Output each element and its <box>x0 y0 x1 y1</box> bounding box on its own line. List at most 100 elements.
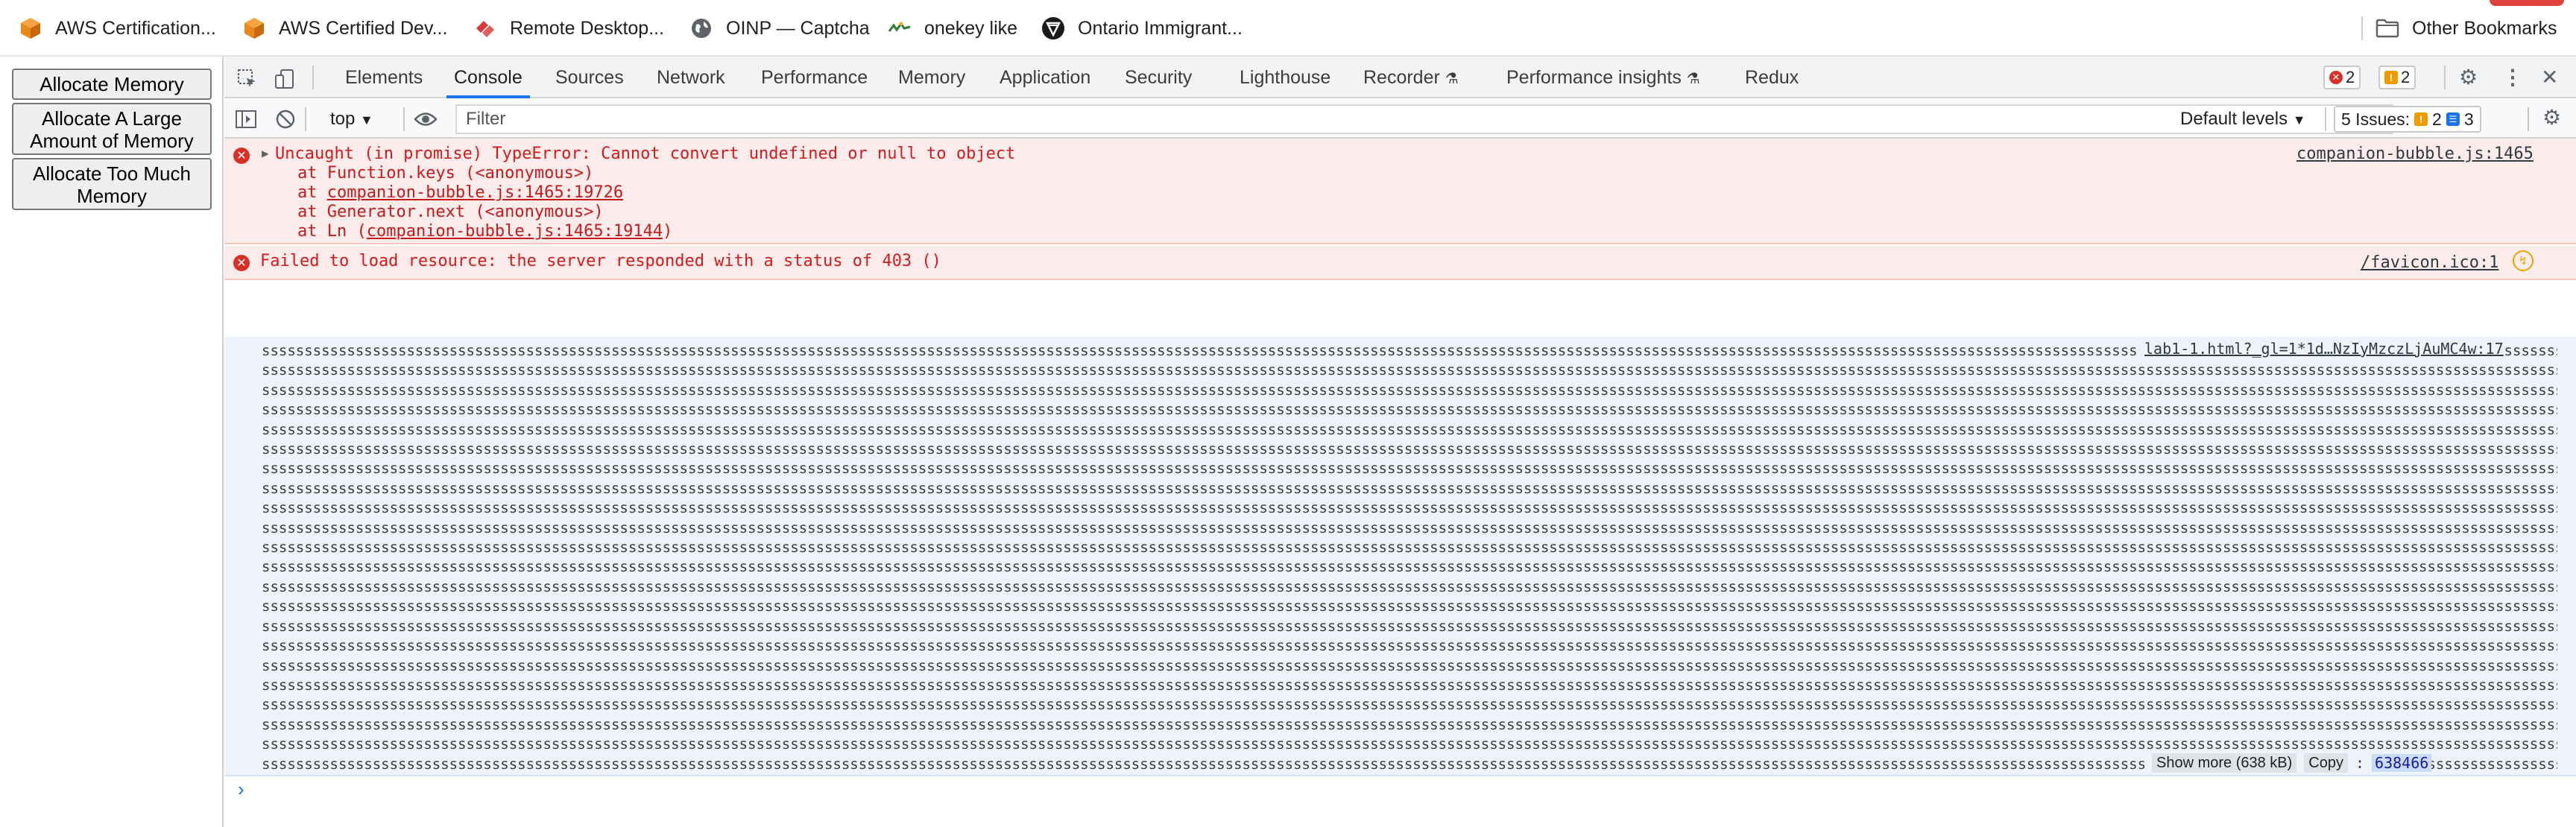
stack-text: at Function.keys ( <box>297 164 476 183</box>
error-icon: ✕ <box>2329 71 2343 84</box>
bookmarks-bar: AWS Certification... AWS Certified Dev..… <box>0 0 2576 57</box>
console-prompt-chevron-icon[interactable]: › <box>238 778 244 801</box>
tab-application[interactable]: Application <box>1000 57 1090 98</box>
error-text: Failed to load resource: the server resp… <box>260 252 941 270</box>
tab-performance-insights[interactable]: Performance insights ⚗ <box>1506 57 1700 98</box>
log-actions: Show more (638 kB) Copy : 638466 <box>2144 752 2432 773</box>
bookmark-label: AWS Certification... <box>55 17 216 39</box>
bookmark-remote-desktop[interactable]: Remote Desktop... <box>473 13 664 43</box>
console-error-message: ✕ Failed to load resource: the server re… <box>224 246 2576 280</box>
other-bookmarks[interactable]: Other Bookmarks <box>2361 13 2557 43</box>
bookmark-label: AWS Certified Dev... <box>279 17 448 39</box>
more-options-icon[interactable]: ⋮ <box>2502 57 2523 98</box>
string-length-value: 638466 <box>2372 754 2432 772</box>
console-toolbar: top ▼ Default levels ▼ 5 Issues: ! 2 ☰ 3… <box>224 100 2576 139</box>
log-source-link[interactable]: lab1-1.html?_gl=1*1d…NzIyMzczLjAuMC4w:17 <box>2137 340 2504 358</box>
console-log-message: ssssssssssssssssssssssssssssssssssssssss… <box>224 337 2576 776</box>
bookmarks-divider <box>2361 16 2363 40</box>
flask-icon: ⚗ <box>1686 71 1700 87</box>
stack-frame: at companion-bubble.js:1465:19726 <box>297 183 623 202</box>
tab-console[interactable]: Console <box>446 57 530 98</box>
warning-count: 2 <box>2401 68 2411 86</box>
filter-input[interactable] <box>455 104 2393 134</box>
stack-text: <anonymous> <box>475 164 584 183</box>
stack-source-link[interactable]: companion-bubble.js:1465:19144 <box>367 222 663 241</box>
log-levels-label: Default levels <box>2180 109 2288 129</box>
devtools-panel: Elements Console Sources Network Perform… <box>224 57 2576 827</box>
tab-redux[interactable]: Redux <box>1745 57 1799 98</box>
stack-text: at Ln ( <box>297 222 367 241</box>
error-count-badge[interactable]: ✕ 2 <box>2323 66 2361 89</box>
browser-tab-indicator <box>2490 0 2564 6</box>
folder-icon <box>2375 16 2400 41</box>
context-selector[interactable]: top ▼ <box>330 100 373 139</box>
aws-cube-icon <box>18 16 43 41</box>
error-source-link[interactable]: companion-bubble.js:1465 <box>2296 145 2534 163</box>
dropdown-arrow-icon: ▼ <box>360 113 373 127</box>
copy-button[interactable]: Copy <box>2304 753 2348 773</box>
issues-button[interactable]: 5 Issues: ! 2 ☰ 3 <box>2334 106 2481 133</box>
allocate-memory-button[interactable]: Allocate Memory <box>12 69 212 100</box>
close-icon[interactable]: ✕ <box>2541 57 2558 98</box>
allocate-too-much-memory-button[interactable]: Allocate Too Much Memory <box>12 158 212 210</box>
stack-frame: at Generator.next (<anonymous>) <box>297 203 604 221</box>
stack-frame: at Ln (companion-bubble.js:1465:19144) <box>297 222 672 241</box>
settings-gear-icon[interactable]: ⚙ <box>2459 57 2478 98</box>
stack-text: ) <box>584 164 594 183</box>
stack-frame: at Function.keys (<anonymous>) <box>297 164 593 183</box>
log-levels-dropdown[interactable]: Default levels ▼ <box>2180 100 2306 139</box>
toolbar-divider <box>2528 107 2529 131</box>
console-settings-gear-icon[interactable]: ⚙ <box>2542 98 2561 137</box>
show-more-button[interactable]: Show more (638 kB) <box>2152 753 2297 773</box>
console-messages: ✕ ▶ Uncaught (in promise) TypeError: Can… <box>224 139 2576 827</box>
device-toolbar-icon[interactable] <box>274 57 296 98</box>
bookmark-label: OINP — Captcha <box>726 17 870 39</box>
toolbar-divider <box>312 66 314 89</box>
stack-source-link[interactable]: companion-bubble.js:1465:19726 <box>327 183 623 202</box>
warning-count-badge[interactable]: ! 2 <box>2378 66 2416 89</box>
error-source-link[interactable]: /favicon.ico:1 <box>2361 253 2498 272</box>
flask-icon: ⚗ <box>1445 71 1459 87</box>
stack-text: <anonymous> <box>484 203 594 221</box>
network-request-icon[interactable]: ↯ <box>2513 250 2534 271</box>
aws-cube-icon <box>242 16 267 41</box>
warning-icon: ! <box>2414 113 2428 126</box>
page-content: Allocate Memory Allocate A Large Amount … <box>0 57 224 827</box>
tab-security[interactable]: Security <box>1125 57 1192 98</box>
issues-warning-count: 2 <box>2432 109 2442 129</box>
tab-elements[interactable]: Elements <box>345 57 423 98</box>
bookmark-ontario-immigrant[interactable]: Ontario Immigrant... <box>1041 13 1243 43</box>
ontario-icon <box>1041 16 1066 41</box>
toolbar-divider <box>2325 107 2326 131</box>
clear-console-icon[interactable] <box>275 98 296 137</box>
inspect-element-icon[interactable] <box>236 57 259 98</box>
context-label: top <box>330 109 356 129</box>
sidebar-toggle-icon[interactable] <box>235 98 257 137</box>
tab-sources[interactable]: Sources <box>555 57 624 98</box>
error-text: Uncaught (in promise) TypeError: Cannot … <box>275 145 1016 163</box>
expand-triangle-icon[interactable]: ▶ <box>262 146 269 160</box>
bookmark-oinp-captcha[interactable]: OINP — Captcha <box>689 13 870 43</box>
stack-text: at <box>297 183 327 202</box>
tab-recorder[interactable]: Recorder ⚗ <box>1363 57 1459 98</box>
remote-desktop-icon <box>473 16 498 41</box>
allocate-large-memory-button[interactable]: Allocate A Large Amount of Memory <box>12 103 212 155</box>
globe-icon <box>689 16 714 41</box>
bookmark-onekey-like[interactable]: onekey like <box>887 13 1017 43</box>
log-string-content: ssssssssssssssssssssssssssssssssssssssss… <box>262 343 2557 773</box>
stack-text: at Generator.next ( <box>297 203 485 221</box>
tab-recorder-label: Recorder <box>1363 67 1440 88</box>
bookmark-aws-certification[interactable]: AWS Certification... <box>18 13 216 43</box>
error-icon: ✕ <box>233 255 250 271</box>
warning-icon: ! <box>2384 71 2398 84</box>
tab-memory[interactable]: Memory <box>898 57 965 98</box>
stack-text: ) <box>593 203 604 221</box>
onekey-icon <box>887 16 912 41</box>
tab-network[interactable]: Network <box>657 57 725 98</box>
live-expression-eye-icon[interactable] <box>414 98 438 137</box>
tab-performance[interactable]: Performance <box>761 57 868 98</box>
tab-lighthouse[interactable]: Lighthouse <box>1240 57 1330 98</box>
stack-text: ) <box>663 222 673 241</box>
bookmark-aws-certified-dev[interactable]: AWS Certified Dev... <box>242 13 447 43</box>
toolbar-divider <box>305 107 306 131</box>
